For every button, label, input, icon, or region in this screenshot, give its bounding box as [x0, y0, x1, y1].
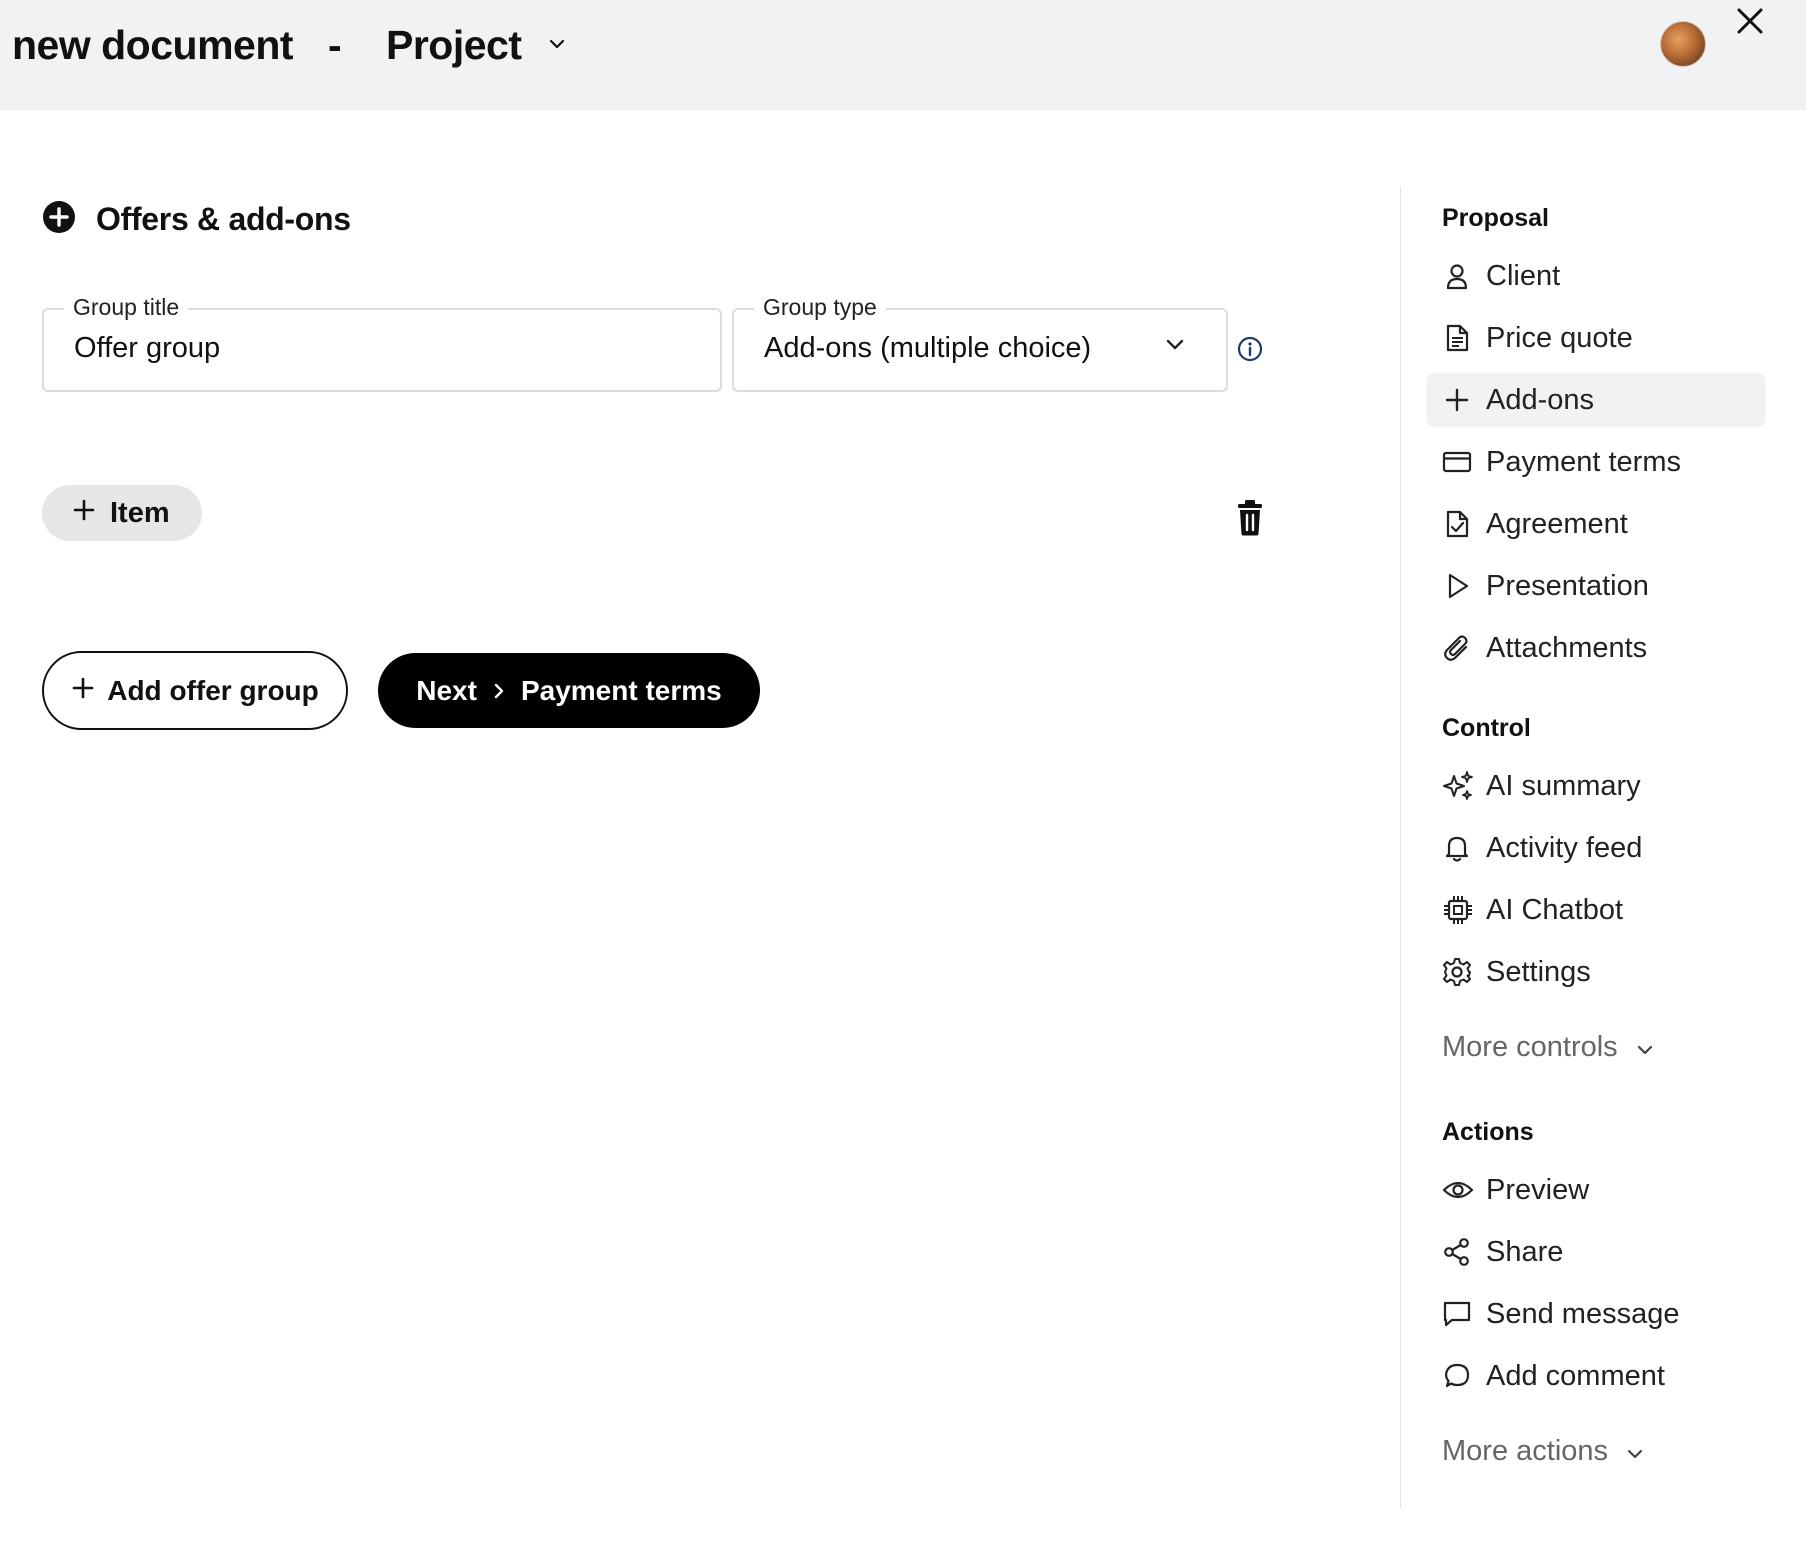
more-controls-toggle[interactable]: More controls — [1442, 1031, 1654, 1064]
next-target-label: Payment terms — [520, 674, 722, 706]
title-separator: - — [328, 22, 342, 68]
actions-heading: Actions — [1442, 1118, 1534, 1146]
sidebar-item-attachments[interactable]: Attachments — [1426, 621, 1766, 675]
sidebar-item-label: Preview — [1486, 1173, 1590, 1206]
sidebar-item-send-message[interactable]: Send message — [1426, 1287, 1766, 1341]
chevron-down-icon — [1626, 1435, 1644, 1468]
sidebar-item-label: Activity feed — [1486, 831, 1643, 864]
sidebar-item-label: Add comment — [1486, 1359, 1665, 1392]
sidebar-item-label: Attachments — [1486, 631, 1648, 664]
message-circle-icon — [1426, 1361, 1486, 1391]
add-item-button[interactable]: Item — [42, 485, 202, 541]
share-icon — [1426, 1237, 1486, 1267]
sidebar-item-label: Price quote — [1486, 321, 1633, 354]
sidebar-item-label: Settings — [1486, 955, 1591, 988]
sparkles-icon — [1426, 770, 1486, 802]
group-type-select[interactable]: Group type Add-ons (multiple choice) — [732, 294, 1228, 392]
proposal-heading: Proposal — [1442, 204, 1549, 232]
plus-icon — [1426, 385, 1486, 415]
sidebar-item-label: AI summary — [1486, 769, 1641, 802]
avatar[interactable] — [1660, 21, 1706, 67]
more-controls-label: More controls — [1442, 1031, 1618, 1063]
sidebar-item-ai-chatbot[interactable]: AI Chatbot — [1426, 883, 1766, 937]
project-selector[interactable]: Project — [386, 22, 566, 69]
group-type-label: Group type — [754, 294, 886, 321]
document-icon — [1426, 323, 1486, 353]
sidebar-item-ai-summary[interactable]: AI summary — [1426, 759, 1766, 813]
sidebar-item-label: Client — [1486, 259, 1561, 292]
sidebar-item-label: Add-ons — [1486, 383, 1595, 416]
bell-icon — [1426, 833, 1486, 863]
group-title-label: Group title — [64, 294, 189, 321]
message-square-icon — [1426, 1299, 1486, 1329]
sidebar-item-label: Agreement — [1486, 507, 1628, 540]
more-actions-toggle[interactable]: More actions — [1442, 1435, 1644, 1468]
more-actions-label: More actions — [1442, 1435, 1609, 1467]
close-button[interactable] — [1733, 4, 1767, 38]
close-icon — [1737, 8, 1763, 34]
sidebar-item-share[interactable]: Share — [1426, 1225, 1766, 1279]
sidebar-item-client[interactable]: Client — [1426, 249, 1766, 303]
credit-card-icon — [1426, 447, 1486, 477]
chip-icon — [1426, 894, 1486, 926]
control-heading: Control — [1442, 714, 1531, 742]
next-button[interactable]: Next Payment terms — [378, 653, 760, 728]
next-label: Next — [416, 674, 477, 706]
sidebar-item-payment-terms[interactable]: Payment terms — [1426, 435, 1766, 489]
chevron-down-icon — [1164, 338, 1186, 357]
document-check-icon — [1426, 509, 1486, 539]
sidebar-item-label: Presentation — [1486, 569, 1649, 602]
sidebar-item-add-ons[interactable]: Add-ons — [1426, 373, 1766, 427]
add-offer-group-label: Add offer group — [107, 674, 319, 706]
chevron-down-icon — [548, 37, 566, 55]
sidebar-item-activity-feed[interactable]: Activity feed — [1426, 821, 1766, 875]
top-bar: new document - Project — [0, 0, 1806, 110]
section-title: Offers & add-ons — [96, 201, 351, 237]
sidebar-item-label: Send message — [1486, 1297, 1680, 1330]
add-item-label: Item — [110, 496, 170, 529]
section-header: Offers & add-ons — [42, 200, 351, 239]
document-title[interactable]: new document — [12, 22, 294, 69]
sidebar-item-add-comment[interactable]: Add comment — [1426, 1349, 1766, 1403]
group-title-field[interactable]: Group title Offer group — [42, 294, 722, 392]
sidebar-item-agreement[interactable]: Agreement — [1426, 497, 1766, 551]
plus-circle-icon — [42, 200, 76, 239]
sidebar-item-settings[interactable]: Settings — [1426, 945, 1766, 999]
sidebar-item-price-quote[interactable]: Price quote — [1426, 311, 1766, 365]
group-title-value[interactable]: Offer group — [74, 332, 220, 365]
gear-icon — [1426, 957, 1486, 987]
sidebar-item-label: Payment terms — [1486, 445, 1681, 478]
add-offer-group-button[interactable]: Add offer group — [42, 651, 348, 730]
sidebar-item-preview[interactable]: Preview — [1426, 1163, 1766, 1217]
sidebar-divider — [1400, 186, 1401, 1508]
chevron-down-icon — [1636, 1031, 1654, 1064]
sidebar-item-presentation[interactable]: Presentation — [1426, 559, 1766, 613]
sidebar-item-label: AI Chatbot — [1486, 893, 1624, 926]
info-icon[interactable] — [1236, 335, 1264, 368]
group-type-value: Add-ons (multiple choice) — [764, 332, 1092, 364]
paperclip-icon — [1426, 633, 1486, 663]
sidebar-item-label: Share — [1486, 1235, 1564, 1268]
plus-icon — [72, 497, 96, 530]
chevron-right-icon — [493, 675, 505, 707]
trash-icon[interactable] — [1237, 500, 1263, 541]
project-label: Project — [386, 22, 522, 68]
user-icon — [1426, 261, 1486, 291]
plus-icon — [71, 675, 95, 707]
eye-icon — [1426, 1175, 1486, 1205]
play-icon — [1426, 571, 1486, 601]
